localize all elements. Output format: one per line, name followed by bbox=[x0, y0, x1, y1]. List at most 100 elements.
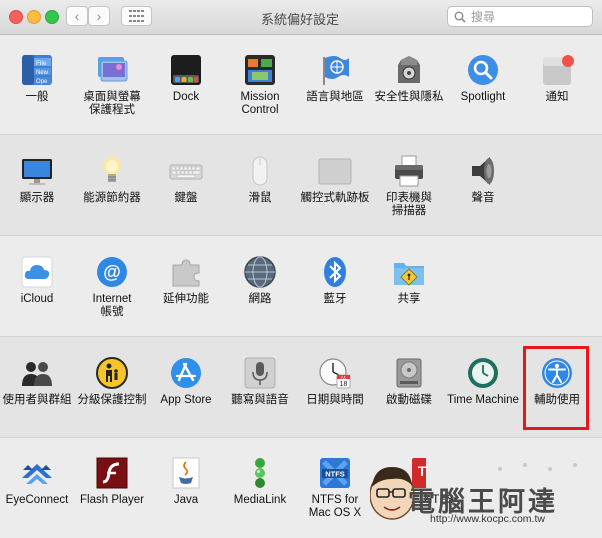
mouse-icon bbox=[243, 154, 277, 188]
pref-displays[interactable]: 顯示器 bbox=[0, 148, 77, 205]
pref-mission-control[interactable]: Mission Control bbox=[220, 47, 300, 117]
pref-label: Internet 帳號 bbox=[92, 293, 132, 318]
pref-spotlight[interactable]: Spotlight bbox=[443, 47, 523, 104]
notifications-icon bbox=[540, 53, 574, 87]
pref-label: 聽寫與語音 bbox=[231, 394, 289, 406]
pref-internet-accounts[interactable]: @ Internet 帳號 bbox=[72, 249, 152, 319]
pref-label: iCloud bbox=[20, 293, 54, 305]
pref-label: Spotlight bbox=[460, 91, 506, 103]
java-icon bbox=[169, 456, 203, 490]
pref-network[interactable]: 網路 bbox=[220, 249, 300, 306]
pref-label: Dock bbox=[172, 91, 200, 103]
pref-label: 網路 bbox=[248, 293, 272, 305]
pref-label: 日期與時間 bbox=[306, 394, 364, 406]
pref-label: 共享 bbox=[397, 293, 421, 305]
pref-sound[interactable]: 聲音 bbox=[443, 148, 523, 205]
network-icon bbox=[243, 255, 277, 289]
pref-label: 啟動磁碟 bbox=[386, 394, 432, 406]
pref-label: 桌面與螢幕 保護程式 bbox=[83, 91, 141, 116]
minimize-button[interactable] bbox=[27, 10, 41, 24]
pref-label: 鍵盤 bbox=[174, 192, 198, 204]
pref-label: Mission Control bbox=[240, 91, 280, 116]
pref-label: 使用者與群組 bbox=[2, 394, 72, 406]
system-preferences-window: ‹ › 系統偏好設定 搜尋 File New Ope 一般 桌面與螢幕 保護程式… bbox=[0, 0, 602, 538]
pref-icloud[interactable]: iCloud bbox=[0, 249, 77, 306]
security-privacy-icon bbox=[392, 53, 426, 87]
pref-general[interactable]: File New Ope 一般 bbox=[0, 47, 77, 104]
pref-label: 滑鼠 bbox=[248, 192, 272, 204]
back-button[interactable]: ‹ bbox=[66, 6, 88, 26]
pref-keyboard[interactable]: 鍵盤 bbox=[146, 148, 226, 205]
svg-text:18: 18 bbox=[340, 381, 348, 388]
pref-time-machine[interactable]: Time Machine bbox=[443, 350, 523, 407]
svg-text:NTFS: NTFS bbox=[325, 470, 345, 479]
pref-label: 一般 bbox=[25, 91, 49, 103]
pref-medialink[interactable]: MediaLink bbox=[220, 450, 300, 507]
pref-dictation-speech[interactable]: 聽寫與語音 bbox=[220, 350, 300, 407]
flash-player-icon bbox=[95, 456, 129, 490]
pref-java[interactable]: Java bbox=[146, 450, 226, 507]
energy-saver-icon bbox=[95, 154, 129, 188]
pref-label: 安全性與隱私 bbox=[374, 91, 444, 103]
pref-trackpad[interactable]: 觸控式軌跡板 bbox=[295, 148, 375, 205]
parental-controls-icon bbox=[95, 356, 129, 390]
search-input[interactable] bbox=[471, 8, 586, 25]
forward-button[interactable]: › bbox=[88, 6, 110, 26]
svg-text:New: New bbox=[36, 70, 49, 76]
date-time-icon: JUL 18 bbox=[318, 356, 352, 390]
pref-extensions[interactable]: 延伸功能 bbox=[146, 249, 226, 306]
pref-security-privacy[interactable]: 安全性與隱私 bbox=[369, 47, 449, 104]
pref-mouse[interactable]: 滑鼠 bbox=[220, 148, 300, 205]
pref-flash-player[interactable]: Flash Player bbox=[72, 450, 152, 507]
pref-app-store[interactable]: App Store bbox=[146, 350, 226, 407]
search-icon bbox=[454, 11, 466, 23]
general-icon: File New Ope bbox=[20, 53, 54, 87]
pref-parental-controls[interactable]: 分級保護控制 bbox=[72, 350, 152, 407]
sound-icon bbox=[466, 154, 500, 188]
time-machine-icon bbox=[466, 356, 500, 390]
pref-startup-disk[interactable]: 啟動磁碟 bbox=[369, 350, 449, 407]
pref-language-region[interactable]: 語言與地區 bbox=[295, 47, 375, 104]
grid-icon bbox=[128, 10, 144, 22]
search-field[interactable] bbox=[447, 6, 593, 27]
pref-label: 印表機與 掃描器 bbox=[386, 192, 432, 217]
pref-users-groups[interactable]: 使用者與群組 bbox=[0, 350, 77, 407]
show-all-button[interactable] bbox=[121, 6, 152, 26]
pref-label: 觸控式軌跡板 bbox=[300, 192, 370, 204]
zoom-button[interactable] bbox=[45, 10, 59, 24]
desktop-screensaver-icon bbox=[95, 53, 129, 87]
watermark-url: http://www.kocpc.com.tw bbox=[430, 513, 545, 525]
pref-bluetooth[interactable]: 藍牙 bbox=[295, 249, 375, 306]
pref-sharing[interactable]: 共享 bbox=[369, 249, 449, 306]
pref-label: 聲音 bbox=[471, 192, 495, 204]
dock-icon bbox=[169, 53, 203, 87]
svg-text:Ope: Ope bbox=[36, 79, 48, 85]
close-button[interactable] bbox=[9, 10, 23, 24]
language-region-icon bbox=[318, 53, 352, 87]
pref-label: 能源節約器 bbox=[83, 192, 141, 204]
printers-scanners-icon bbox=[392, 154, 426, 188]
pref-label: Time Machine bbox=[447, 394, 519, 406]
pref-dock[interactable]: Dock bbox=[146, 47, 226, 104]
pref-notifications[interactable]: 通知 bbox=[517, 47, 597, 104]
extensions-icon bbox=[169, 255, 203, 289]
pref-energy-saver[interactable]: 能源節約器 bbox=[72, 148, 152, 205]
pref-date-time[interactable]: JUL 18 日期與時間 bbox=[295, 350, 375, 407]
startup-disk-icon bbox=[392, 356, 426, 390]
bluetooth-icon bbox=[318, 255, 352, 289]
trackpad-icon bbox=[318, 154, 352, 188]
pref-label: NTFS for Mac OS X bbox=[308, 494, 362, 519]
pref-desktop-screensaver[interactable]: 桌面與螢幕 保護程式 bbox=[72, 47, 152, 117]
pref-label: Java bbox=[173, 494, 199, 506]
keyboard-icon bbox=[169, 154, 203, 188]
pref-eyeconnect[interactable]: EyeConnect bbox=[0, 450, 77, 507]
pref-label: EyeConnect bbox=[5, 494, 69, 506]
internet-accounts-icon: @ bbox=[95, 255, 129, 289]
pref-ntfs-for-mac[interactable]: NTFS NTFS for Mac OS X bbox=[295, 450, 375, 520]
svg-text:JUL: JUL bbox=[341, 375, 347, 379]
mission-control-icon bbox=[243, 53, 277, 87]
pref-label: 分級保護控制 bbox=[77, 394, 147, 406]
pref-printers-scanners[interactable]: 印表機與 掃描器 bbox=[369, 148, 449, 218]
pref-label: 語言與地區 bbox=[306, 91, 364, 103]
pref-label: App Store bbox=[160, 394, 212, 406]
